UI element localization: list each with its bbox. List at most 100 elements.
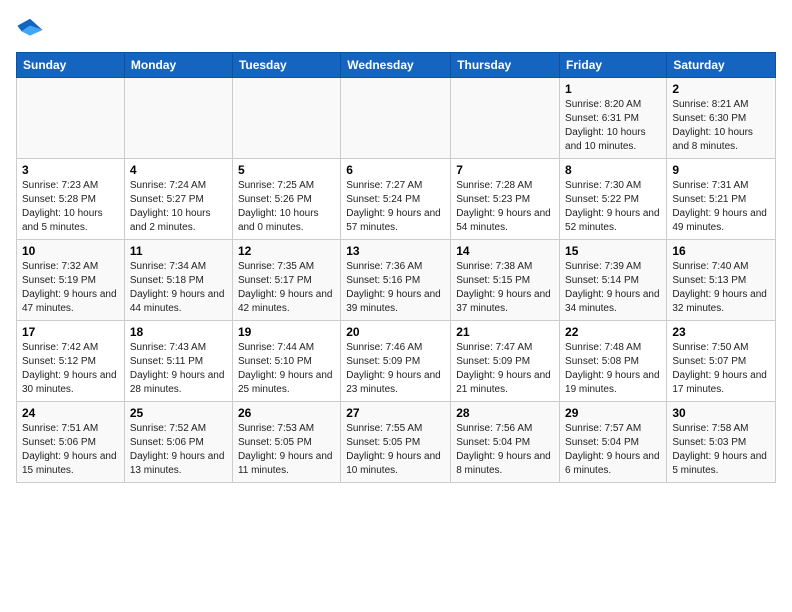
day-number: 24 xyxy=(22,406,119,420)
day-info: Sunrise: 7:55 AM Sunset: 5:05 PM Dayligh… xyxy=(346,422,445,478)
day-info: Sunrise: 7:28 AM Sunset: 5:23 PM Dayligh… xyxy=(456,179,554,235)
calendar-cell: 10 Sunrise: 7:32 AM Sunset: 5:19 PM Dayli… xyxy=(17,240,125,321)
day-info: Sunrise: 7:47 AM Sunset: 5:09 PM Dayligh… xyxy=(456,341,554,397)
day-number: 10 xyxy=(22,244,119,258)
day-info: Sunrise: 7:35 AM Sunset: 5:17 PM Dayligh… xyxy=(238,260,335,316)
day-info: Sunrise: 8:21 AM Sunset: 6:30 PM Dayligh… xyxy=(672,98,770,154)
day-number: 19 xyxy=(238,325,335,339)
calendar-cell: 28Sunrise: 7:56 AM Sunset: 5:04 PM Dayli… xyxy=(451,402,560,483)
day-info: Sunrise: 7:40 AM Sunset: 5:13 PM Dayligh… xyxy=(672,260,770,316)
day-number: 23 xyxy=(672,325,770,339)
calendar-cell xyxy=(124,78,232,159)
day-info: Sunrise: 7:52 AM Sunset: 5:06 PM Dayligh… xyxy=(130,422,227,478)
calendar-cell: 30 Sunrise: 7:58 AM Sunset: 5:03 PM Dayli… xyxy=(667,402,776,483)
day-number: 30 xyxy=(672,406,770,420)
calendar-cell xyxy=(232,78,340,159)
day-number: 21 xyxy=(456,325,554,339)
day-info: Sunrise: 7:36 AM Sunset: 5:16 PM Dayligh… xyxy=(346,260,445,316)
calendar-table: SundayMondayTuesdayWednesdayThursdayFrid… xyxy=(16,52,776,483)
header-day-saturday: Saturday xyxy=(667,53,776,78)
day-info: Sunrise: 7:27 AM Sunset: 5:24 PM Dayligh… xyxy=(346,179,445,235)
calendar-cell: 24 Sunrise: 7:51 AM Sunset: 5:06 PM Dayli… xyxy=(17,402,125,483)
calendar-cell: 14 Sunrise: 7:38 AM Sunset: 5:15 PM Dayli… xyxy=(451,240,560,321)
calendar-cell: 15 Sunrise: 7:39 AM Sunset: 5:14 PM Dayli… xyxy=(560,240,667,321)
calendar-cell: 8 Sunrise: 7:30 AM Sunset: 5:22 PM Daylig… xyxy=(560,159,667,240)
header-day-friday: Friday xyxy=(560,53,667,78)
week-row-0: 1Sunrise: 8:20 AM Sunset: 6:31 PM Daylig… xyxy=(17,78,776,159)
day-number: 5 xyxy=(238,163,335,177)
day-info: Sunrise: 7:57 AM Sunset: 5:04 PM Dayligh… xyxy=(565,422,661,478)
day-number: 14 xyxy=(456,244,554,258)
day-info: Sunrise: 7:51 AM Sunset: 5:06 PM Dayligh… xyxy=(22,422,119,478)
calendar-cell: 20 Sunrise: 7:46 AM Sunset: 5:09 PM Dayli… xyxy=(341,321,451,402)
day-number: 27 xyxy=(346,406,445,420)
day-info: Sunrise: 7:42 AM Sunset: 5:12 PM Dayligh… xyxy=(22,341,119,397)
day-number: 8 xyxy=(565,163,661,177)
header-day-tuesday: Tuesday xyxy=(232,53,340,78)
calendar-body: 1Sunrise: 8:20 AM Sunset: 6:31 PM Daylig… xyxy=(17,78,776,483)
calendar-cell: 21 Sunrise: 7:47 AM Sunset: 5:09 PM Dayli… xyxy=(451,321,560,402)
calendar-cell xyxy=(451,78,560,159)
day-info: Sunrise: 7:23 AM Sunset: 5:28 PM Dayligh… xyxy=(22,179,119,235)
day-info: Sunrise: 7:24 AM Sunset: 5:27 PM Dayligh… xyxy=(130,179,227,235)
calendar-cell: 23 Sunrise: 7:50 AM Sunset: 5:07 PM Dayli… xyxy=(667,321,776,402)
day-number: 29 xyxy=(565,406,661,420)
day-number: 15 xyxy=(565,244,661,258)
calendar-cell: 4Sunrise: 7:24 AM Sunset: 5:27 PM Daylig… xyxy=(124,159,232,240)
calendar-cell: 2Sunrise: 8:21 AM Sunset: 6:30 PM Daylig… xyxy=(667,78,776,159)
day-number: 6 xyxy=(346,163,445,177)
day-info: Sunrise: 7:32 AM Sunset: 5:19 PM Dayligh… xyxy=(22,260,119,316)
day-number: 12 xyxy=(238,244,335,258)
day-number: 26 xyxy=(238,406,335,420)
week-row-3: 17 Sunrise: 7:42 AM Sunset: 5:12 PM Dayli… xyxy=(17,321,776,402)
day-info: Sunrise: 7:43 AM Sunset: 5:11 PM Dayligh… xyxy=(130,341,227,397)
day-info: Sunrise: 7:50 AM Sunset: 5:07 PM Dayligh… xyxy=(672,341,770,397)
calendar-cell: 13Sunrise: 7:36 AM Sunset: 5:16 PM Dayli… xyxy=(341,240,451,321)
day-number: 22 xyxy=(565,325,661,339)
day-number: 20 xyxy=(346,325,445,339)
day-info: Sunrise: 7:39 AM Sunset: 5:14 PM Dayligh… xyxy=(565,260,661,316)
day-number: 7 xyxy=(456,163,554,177)
calendar-cell: 22 Sunrise: 7:48 AM Sunset: 5:08 PM Dayli… xyxy=(560,321,667,402)
day-info: Sunrise: 7:48 AM Sunset: 5:08 PM Dayligh… xyxy=(565,341,661,397)
header-day-sunday: Sunday xyxy=(17,53,125,78)
day-info: Sunrise: 7:38 AM Sunset: 5:15 PM Dayligh… xyxy=(456,260,554,316)
calendar-cell: 29 Sunrise: 7:57 AM Sunset: 5:04 PM Dayli… xyxy=(560,402,667,483)
calendar-cell: 16Sunrise: 7:40 AM Sunset: 5:13 PM Dayli… xyxy=(667,240,776,321)
day-number: 18 xyxy=(130,325,227,339)
calendar-cell: 9Sunrise: 7:31 AM Sunset: 5:21 PM Daylig… xyxy=(667,159,776,240)
calendar-cell: 5 Sunrise: 7:25 AM Sunset: 5:26 PM Daylig… xyxy=(232,159,340,240)
day-info: Sunrise: 8:20 AM Sunset: 6:31 PM Dayligh… xyxy=(565,98,661,154)
header-day-thursday: Thursday xyxy=(451,53,560,78)
header-day-monday: Monday xyxy=(124,53,232,78)
calendar-cell: 1Sunrise: 8:20 AM Sunset: 6:31 PM Daylig… xyxy=(560,78,667,159)
calendar-cell: 12 Sunrise: 7:35 AM Sunset: 5:17 PM Dayli… xyxy=(232,240,340,321)
calendar-cell: 17 Sunrise: 7:42 AM Sunset: 5:12 PM Dayli… xyxy=(17,321,125,402)
day-number: 25 xyxy=(130,406,227,420)
calendar-cell xyxy=(17,78,125,159)
calendar-cell xyxy=(341,78,451,159)
day-info: Sunrise: 7:30 AM Sunset: 5:22 PM Dayligh… xyxy=(565,179,661,235)
calendar-cell: 3Sunrise: 7:23 AM Sunset: 5:28 PM Daylig… xyxy=(17,159,125,240)
calendar-cell: 6 Sunrise: 7:27 AM Sunset: 5:24 PM Daylig… xyxy=(341,159,451,240)
day-info: Sunrise: 7:58 AM Sunset: 5:03 PM Dayligh… xyxy=(672,422,770,478)
logo xyxy=(16,16,48,44)
calendar-cell: 11 Sunrise: 7:34 AM Sunset: 5:18 PM Dayli… xyxy=(124,240,232,321)
day-number: 17 xyxy=(22,325,119,339)
week-row-4: 24 Sunrise: 7:51 AM Sunset: 5:06 PM Dayli… xyxy=(17,402,776,483)
day-info: Sunrise: 7:25 AM Sunset: 5:26 PM Dayligh… xyxy=(238,179,335,235)
day-info: Sunrise: 7:53 AM Sunset: 5:05 PM Dayligh… xyxy=(238,422,335,478)
day-info: Sunrise: 7:44 AM Sunset: 5:10 PM Dayligh… xyxy=(238,341,335,397)
week-row-2: 10 Sunrise: 7:32 AM Sunset: 5:19 PM Dayli… xyxy=(17,240,776,321)
calendar-cell: 25 Sunrise: 7:52 AM Sunset: 5:06 PM Dayli… xyxy=(124,402,232,483)
calendar-cell: 18 Sunrise: 7:43 AM Sunset: 5:11 PM Dayli… xyxy=(124,321,232,402)
day-number: 11 xyxy=(130,244,227,258)
day-info: Sunrise: 7:34 AM Sunset: 5:18 PM Dayligh… xyxy=(130,260,227,316)
day-info: Sunrise: 7:46 AM Sunset: 5:09 PM Dayligh… xyxy=(346,341,445,397)
day-number: 28 xyxy=(456,406,554,420)
logo-bird-icon xyxy=(16,16,44,44)
calendar-cell: 26 Sunrise: 7:53 AM Sunset: 5:05 PM Dayli… xyxy=(232,402,340,483)
header-day-wednesday: Wednesday xyxy=(341,53,451,78)
calendar-header-row: SundayMondayTuesdayWednesdayThursdayFrid… xyxy=(17,53,776,78)
week-row-1: 3Sunrise: 7:23 AM Sunset: 5:28 PM Daylig… xyxy=(17,159,776,240)
